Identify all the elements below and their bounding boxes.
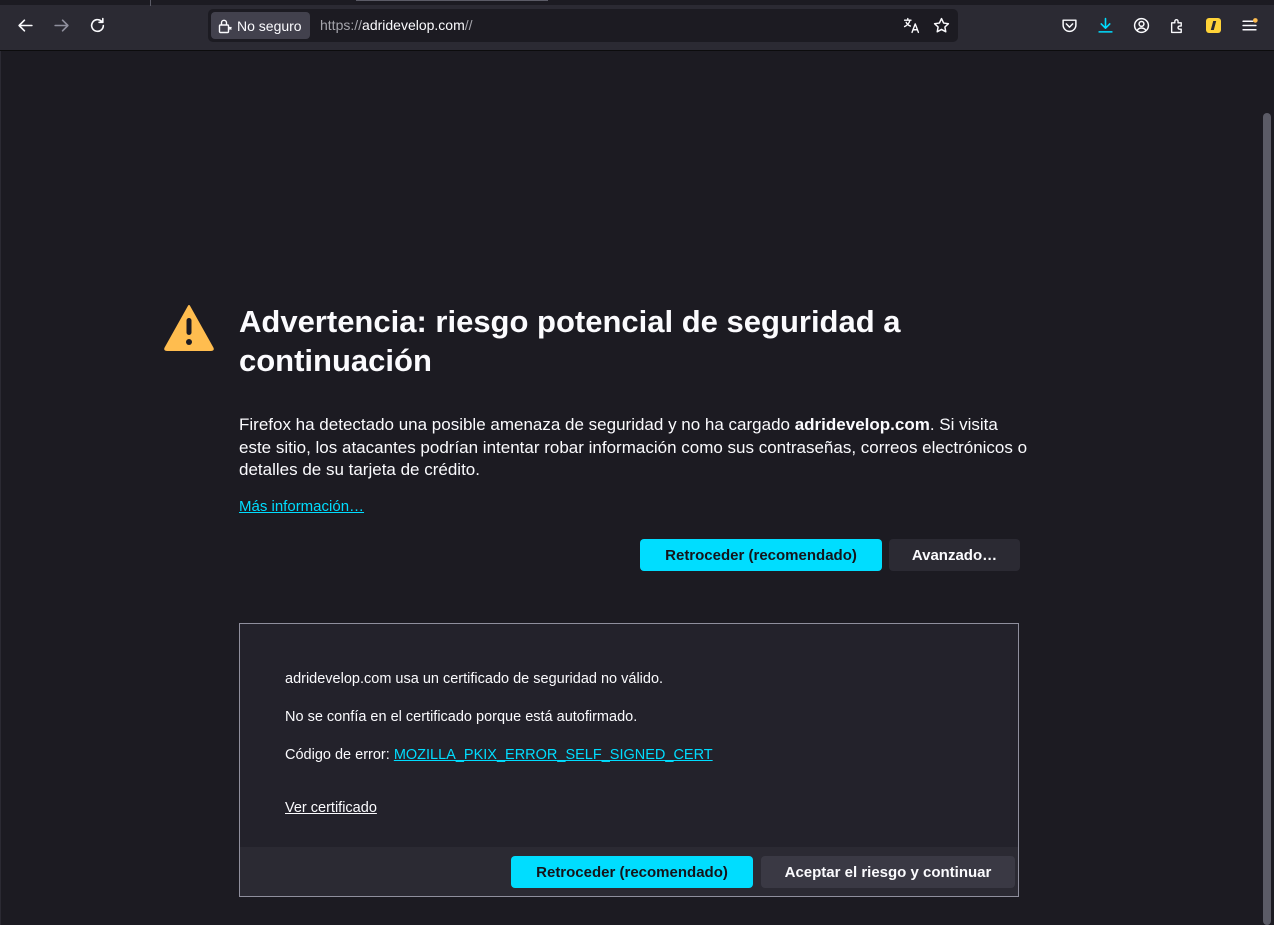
go-back-button[interactable]: Retroceder (recomendado) [640, 539, 882, 571]
url-bar[interactable]: No seguro https://adridevelop.com// [208, 9, 958, 42]
extensions-icon [1170, 18, 1182, 33]
tab-selected-indicator[interactable] [356, 0, 548, 1]
url-text[interactable]: https://adridevelop.com// [320, 17, 473, 33]
bookmark-star-icon [933, 17, 949, 33]
view-certificate-link[interactable]: Ver certificado [285, 800, 377, 816]
tab-strip [0, 0, 1274, 6]
error-code-link[interactable]: MOZILLA_PKIX_ERROR_SELF_SIGNED_CERT [394, 747, 713, 763]
browser-toolbar: No seguro https://adridevelop.com// [0, 0, 1274, 51]
url-path: // [464, 17, 473, 33]
menu-icon [1241, 17, 1258, 31]
extension-app-button[interactable] [1199, 11, 1227, 39]
advanced-footer: Retroceder (recomendado) Aceptar el ries… [240, 847, 1018, 896]
bookmark-button[interactable] [928, 12, 954, 39]
desc-prefix: Firefox ha detectado una posible amenaza… [239, 415, 795, 434]
download-icon [1097, 17, 1113, 33]
reload-icon [90, 17, 104, 32]
cert-self-signed-text: No se confía en el certificado porque es… [285, 709, 638, 725]
url-actions [898, 12, 954, 39]
page-title: Advertencia: riesgo potencial de segurid… [239, 304, 901, 378]
forward-button[interactable] [47, 11, 75, 39]
scrollbar-thumb[interactable] [1263, 113, 1271, 925]
cert-invalid-text: adridevelop.com usa un certificado de se… [285, 671, 664, 687]
security-label: No seguro [237, 17, 302, 34]
learn-more-link[interactable]: Más información… [239, 498, 364, 515]
url-scheme: https:// [320, 17, 363, 33]
desc-host: adridevelop.com [794, 415, 930, 434]
page-left-border [0, 51, 1, 925]
reload-button[interactable] [83, 11, 111, 39]
error-code-label: Código de error: [285, 747, 394, 763]
error-code-line: Código de error: MOZILLA_PKIX_ERROR_SELF… [285, 747, 713, 763]
back-icon [17, 18, 33, 32]
translate-icon [903, 17, 919, 34]
advanced-panel: adridevelop.com usa un certificado de se… [239, 623, 1019, 897]
forward-icon [53, 18, 69, 32]
url-host: adridevelop.com [362, 17, 465, 33]
tab-separator [150, 0, 151, 6]
advanced-go-back-button[interactable]: Retroceder (recomendado) [511, 856, 753, 888]
site-security-button[interactable]: No seguro [211, 12, 310, 39]
accept-risk-button[interactable]: Aceptar el riesgo y continuar [761, 856, 1015, 888]
downloads-button[interactable] [1091, 11, 1119, 39]
back-button[interactable] [11, 11, 39, 39]
advanced-button[interactable]: Avanzado… [889, 539, 1020, 571]
extension-app-icon [1205, 17, 1221, 33]
translate-button[interactable] [898, 12, 924, 39]
extensions-button[interactable] [1163, 11, 1191, 39]
pocket-button[interactable] [1055, 11, 1083, 39]
app-menu-button[interactable] [1235, 11, 1263, 39]
warning-icon [164, 305, 214, 351]
warning-description: Firefox ha detectado una posible amenaza… [239, 414, 1029, 482]
lock-warning-icon [218, 19, 232, 33]
pocket-icon [1061, 18, 1077, 32]
account-button[interactable] [1127, 11, 1155, 39]
account-icon [1133, 17, 1149, 33]
